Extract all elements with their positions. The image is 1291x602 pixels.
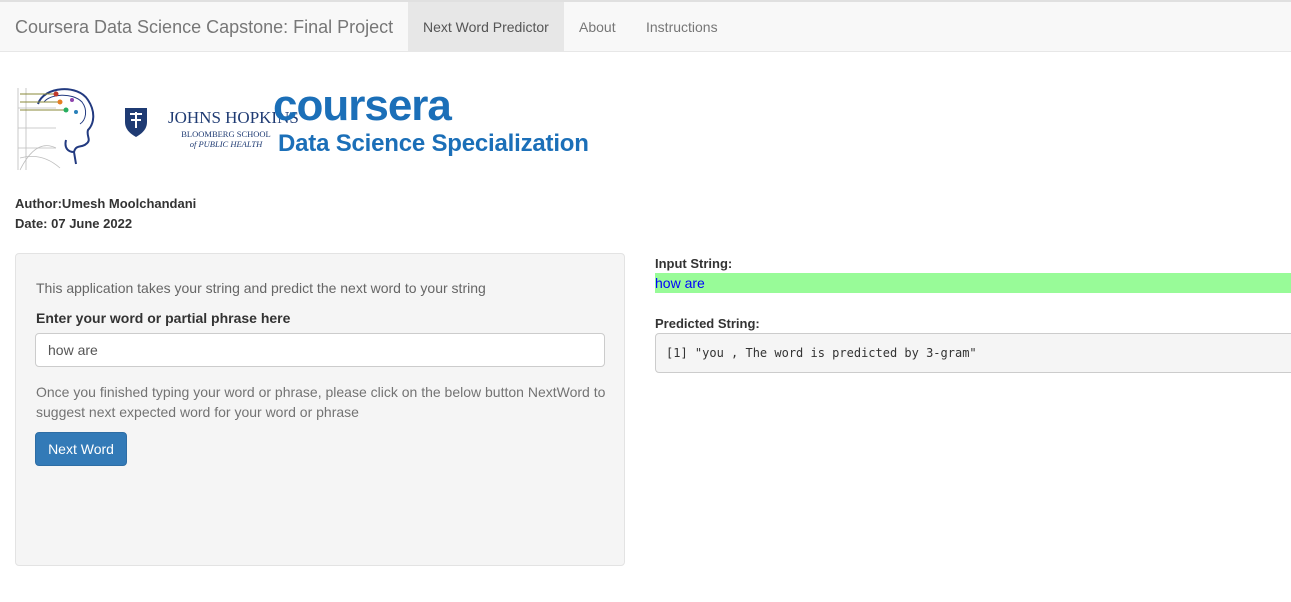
specialization-title: Data Science Specialization xyxy=(278,130,589,157)
input-string-value: how are xyxy=(655,273,1291,293)
sidebar-panel: This application takes your string and p… xyxy=(15,253,625,566)
jhu-shield-icon xyxy=(125,108,147,137)
app-description: This application takes your string and p… xyxy=(36,280,486,296)
coursera-wordmark: coursera xyxy=(273,81,452,130)
tab-instructions[interactable]: Instructions xyxy=(631,2,733,52)
phrase-input-label: Enter your word or partial phrase here xyxy=(36,310,291,326)
predicted-string-output: [1] "you , The word is predicted by 3-gr… xyxy=(655,333,1291,373)
jhu-subtitle-line2: of PUBLIC HEALTH xyxy=(189,139,263,149)
navbar-brand[interactable]: Coursera Data Science Capstone: Final Pr… xyxy=(15,17,393,38)
phrase-input[interactable] xyxy=(35,333,605,367)
date-line: Date: 07 June 2022 xyxy=(15,216,133,231)
predicted-string-label: Predicted String: xyxy=(655,316,760,331)
logo-banner: JOHNS HOPKINS BLOOMBERG SCHOOL of PUBLIC… xyxy=(16,78,596,174)
jhu-subtitle-line1: BLOOMBERG SCHOOL xyxy=(181,129,271,139)
tab-next-word-predictor[interactable]: Next Word Predictor xyxy=(408,2,564,52)
author-line: Author:Umesh Moolchandani xyxy=(15,196,197,211)
next-word-button[interactable]: Next Word xyxy=(35,432,127,466)
jhu-subtitle: BLOOMBERG SCHOOL of PUBLIC HEALTH xyxy=(171,129,281,149)
navbar: Coursera Data Science Capstone: Final Pr… xyxy=(0,0,1291,52)
help-text: Once you finished typing your word or ph… xyxy=(36,384,606,420)
tab-about[interactable]: About xyxy=(564,2,631,52)
brain-logo-icon xyxy=(16,78,100,172)
input-string-label: Input String: xyxy=(655,256,733,271)
